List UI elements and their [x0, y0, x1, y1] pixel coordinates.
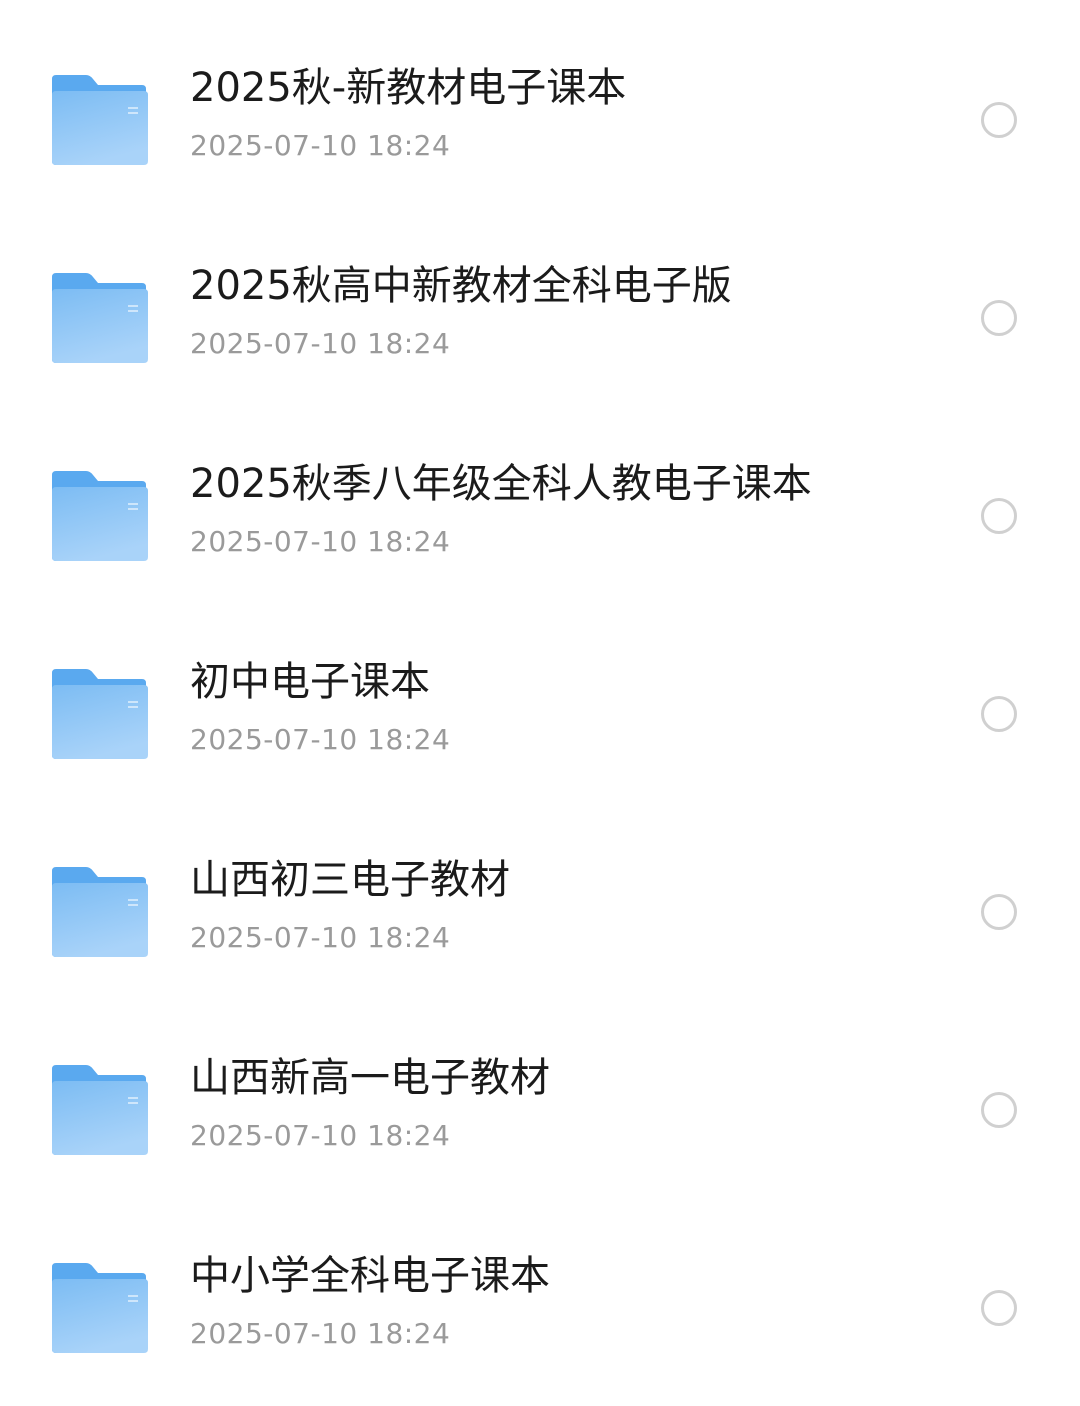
file-modified-time: 2025-07-10 18:24: [190, 723, 451, 756]
folder-icon: [50, 669, 148, 759]
folder-icon: [50, 867, 148, 957]
file-name: 2025秋高中新教材全科电子版: [190, 263, 732, 309]
list-item[interactable]: 2025秋高中新教材全科电子版 2025-07-10 18:24: [0, 218, 1080, 416]
list-item[interactable]: 2025秋-新教材电子课本 2025-07-10 18:24: [0, 20, 1080, 218]
file-modified-time: 2025-07-10 18:24: [190, 1317, 451, 1350]
select-radio[interactable]: [981, 1290, 1017, 1326]
list-item[interactable]: 山西新高一电子教材 2025-07-10 18:24: [0, 1010, 1080, 1208]
file-name: 山西初三电子教材: [190, 857, 510, 903]
list-item[interactable]: 初中电子课本 2025-07-10 18:24: [0, 614, 1080, 812]
file-modified-time: 2025-07-10 18:24: [190, 525, 451, 558]
select-radio[interactable]: [981, 894, 1017, 930]
file-name: 中小学全科电子课本: [190, 1253, 550, 1299]
folder-icon: [50, 471, 148, 561]
list-item[interactable]: 2025秋季八年级全科人教电子课本 2025-07-10 18:24: [0, 416, 1080, 614]
select-radio[interactable]: [981, 1092, 1017, 1128]
file-name: 2025秋季八年级全科人教电子课本: [190, 461, 812, 507]
select-radio[interactable]: [981, 498, 1017, 534]
folder-icon: [50, 75, 148, 165]
select-radio[interactable]: [981, 696, 1017, 732]
select-radio[interactable]: [981, 300, 1017, 336]
file-modified-time: 2025-07-10 18:24: [190, 1119, 451, 1152]
file-list: 2025秋-新教材电子课本 2025-07-10 18:24 2025秋高中新教…: [0, 0, 1080, 1378]
select-radio[interactable]: [981, 102, 1017, 138]
folder-icon: [50, 1065, 148, 1155]
file-modified-time: 2025-07-10 18:24: [190, 327, 451, 360]
list-item[interactable]: 山西初三电子教材 2025-07-10 18:24: [0, 812, 1080, 1010]
file-name: 初中电子课本: [190, 659, 430, 705]
file-name: 2025秋-新教材电子课本: [190, 65, 627, 111]
file-name: 山西新高一电子教材: [190, 1055, 550, 1101]
folder-icon: [50, 1263, 148, 1353]
file-modified-time: 2025-07-10 18:24: [190, 921, 451, 954]
folder-icon: [50, 273, 148, 363]
file-modified-time: 2025-07-10 18:24: [190, 129, 451, 162]
list-item[interactable]: 中小学全科电子课本 2025-07-10 18:24: [0, 1208, 1080, 1406]
